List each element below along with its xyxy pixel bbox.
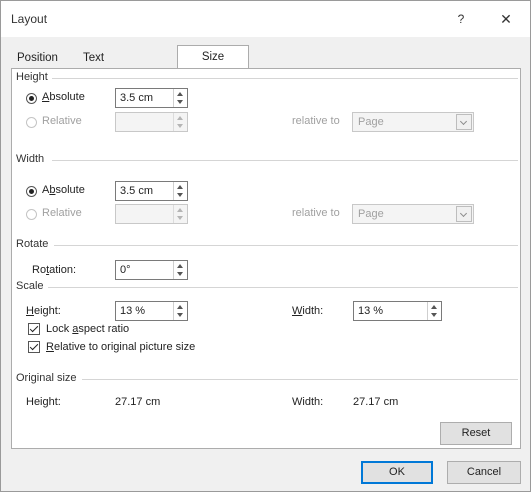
spin-down-icon[interactable]: [431, 313, 437, 317]
rotation-spinner[interactable]: 0°: [115, 260, 188, 280]
tab-text-wrapping[interactable]: Text Wrapping: [83, 49, 132, 82]
spin-up-icon[interactable]: [431, 305, 437, 309]
dropdown-button[interactable]: [456, 114, 472, 130]
dropdown-button[interactable]: [456, 206, 472, 222]
original-width-value: 27.17 cm: [353, 396, 399, 408]
width-absolute-value: 3.5 cm: [120, 185, 154, 197]
width-section-title: Width: [16, 153, 49, 165]
height-absolute-radio[interactable]: [26, 93, 37, 104]
height-relative-arrows: [173, 113, 187, 131]
lock-aspect-ratio-checkbox[interactable]: [28, 323, 40, 335]
height-relative-to-value: Page: [358, 116, 384, 128]
spin-up-icon[interactable]: [177, 208, 183, 212]
tab-position[interactable]: Position: [17, 49, 58, 67]
spin-down-icon[interactable]: [177, 193, 183, 197]
ok-button[interactable]: OK: [361, 461, 433, 484]
cancel-button[interactable]: Cancel: [447, 461, 521, 484]
spin-up-icon[interactable]: [177, 264, 183, 268]
scale-width-value: 13 %: [358, 305, 384, 317]
spin-up-icon[interactable]: [177, 92, 183, 96]
height-relative-to-select[interactable]: Page: [352, 112, 474, 132]
scale-height-label: Height:: [26, 305, 61, 317]
scale-section-divider: [48, 287, 518, 288]
close-button[interactable]: ✕: [494, 9, 518, 29]
scale-height-arrows: [173, 302, 187, 320]
height-absolute-spinner[interactable]: 3.5 cm: [115, 88, 188, 108]
height-absolute-value: 3.5 cm: [120, 92, 154, 104]
height-relative-spinner[interactable]: [115, 112, 188, 132]
width-relative-arrows: [173, 205, 187, 223]
rotation-label: Rotation:: [32, 264, 77, 276]
chevron-down-icon: [459, 209, 468, 218]
original-width-label: Width:: [292, 396, 324, 408]
dialog-title: Layout: [11, 12, 48, 26]
spin-down-icon[interactable]: [177, 216, 183, 220]
height-relative-label: Relative: [42, 115, 82, 127]
rotate-section-divider: [54, 245, 518, 246]
scale-width-label: Width:: [292, 305, 324, 317]
help-button[interactable]: ?: [449, 9, 473, 29]
width-relative-radio[interactable]: [26, 209, 37, 220]
rotation-value: 0°: [120, 264, 131, 276]
spin-down-icon[interactable]: [177, 100, 183, 104]
size-panel: Height Absolute 3.5 cm Relative relative…: [11, 68, 521, 449]
reset-button-label: Reset: [461, 427, 491, 439]
chevron-down-icon: [459, 117, 468, 126]
width-relative-spinner[interactable]: [115, 204, 188, 224]
relative-original-size-checkbox[interactable]: [28, 341, 40, 353]
width-absolute-radio[interactable]: [26, 186, 37, 197]
width-absolute-arrows: [173, 182, 187, 200]
cancel-button-label: Cancel: [466, 466, 502, 478]
height-relative-radio[interactable]: [26, 117, 37, 128]
scale-width-spinner[interactable]: 13 %: [353, 301, 442, 321]
reset-button[interactable]: Reset: [440, 422, 512, 445]
original-height-value: 27.17 cm: [115, 396, 161, 408]
width-absolute-label: Absolute: [42, 184, 85, 196]
scale-height-value: 13 %: [120, 305, 146, 317]
tab-size[interactable]: Size: [177, 45, 249, 68]
height-section-divider: [52, 78, 518, 79]
original-height-label: Height:: [26, 396, 61, 408]
original-size-section-title: Original size: [16, 372, 81, 384]
width-relative-to-select[interactable]: Page: [352, 204, 474, 224]
spin-up-icon[interactable]: [177, 305, 183, 309]
scale-width-arrows: [427, 302, 441, 320]
spin-up-icon[interactable]: [177, 116, 183, 120]
spin-down-icon[interactable]: [177, 272, 183, 276]
layout-dialog: Layout ? ✕ Position Text Wrapping Size H…: [0, 0, 531, 492]
scale-height-spinner[interactable]: 13 %: [115, 301, 188, 321]
spin-down-icon[interactable]: [177, 313, 183, 317]
height-absolute-arrows: [173, 89, 187, 107]
spin-up-icon[interactable]: [177, 185, 183, 189]
rotation-arrows: [173, 261, 187, 279]
ok-button-label: OK: [389, 466, 405, 478]
relative-original-size-label: Relative to original picture size: [46, 341, 196, 353]
scale-section-title: Scale: [16, 280, 48, 292]
rotate-section-title: Rotate: [16, 238, 53, 250]
title-bar: Layout ? ✕: [1, 1, 530, 37]
width-relative-label: Relative: [42, 207, 82, 219]
spin-down-icon[interactable]: [177, 124, 183, 128]
lock-aspect-ratio-label: Lock aspect ratio: [46, 323, 130, 335]
width-section-divider: [52, 160, 518, 161]
height-section-title: Height: [16, 71, 52, 83]
width-relative-to-value: Page: [358, 208, 384, 220]
original-size-section-divider: [82, 379, 518, 380]
width-relative-to-label: relative to: [292, 207, 340, 219]
height-relative-to-label: relative to: [292, 115, 340, 127]
width-absolute-spinner[interactable]: 3.5 cm: [115, 181, 188, 201]
height-absolute-label: Absolute: [42, 91, 85, 103]
